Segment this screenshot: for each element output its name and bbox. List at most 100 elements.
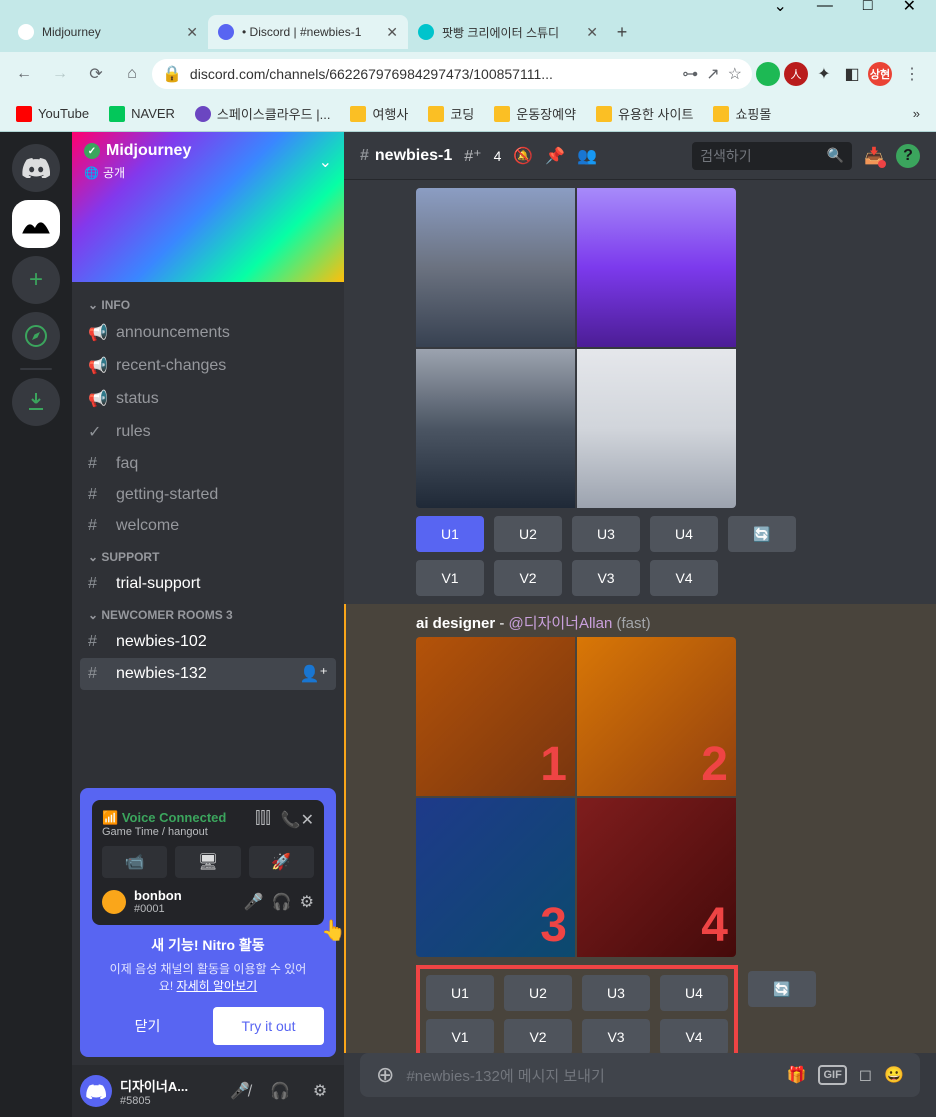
- mic-muted-icon[interactable]: 🎤̸: [224, 1081, 256, 1101]
- activity-button[interactable]: 🚀: [249, 846, 314, 878]
- bookmark-travel[interactable]: 여행사: [344, 100, 414, 127]
- disconnect-icon[interactable]: 📞✕: [281, 810, 314, 830]
- explore-servers-button[interactable]: [12, 312, 60, 360]
- profile-badge[interactable]: 상현: [868, 62, 892, 86]
- channel-getting-started[interactable]: #getting-started: [80, 480, 336, 510]
- close-icon[interactable]: ✕: [186, 24, 198, 41]
- category-newcomer[interactable]: NEWCOMER ROOMS 3: [72, 600, 344, 626]
- v2-button[interactable]: V2: [494, 560, 562, 596]
- chevron-down-icon[interactable]: ⌄: [774, 0, 787, 16]
- shazam-extension-icon[interactable]: [756, 62, 780, 86]
- pdf-extension-icon[interactable]: 人: [784, 62, 808, 86]
- inbox-icon[interactable]: 📥: [864, 146, 884, 166]
- mention[interactable]: @디자이너Allan: [509, 615, 613, 632]
- noise-suppression-icon[interactable]: ⫿⫿⫿: [255, 810, 270, 830]
- v4-button[interactable]: V4: [650, 560, 718, 596]
- v1-button[interactable]: V1: [426, 1019, 494, 1053]
- forward-button[interactable]: →: [44, 58, 76, 90]
- download-apps-button[interactable]: [12, 378, 60, 426]
- channel-welcome[interactable]: #welcome: [80, 511, 336, 541]
- video-button[interactable]: 📹: [102, 846, 167, 878]
- bookmark-coding[interactable]: 코딩: [422, 100, 480, 127]
- extensions-icon[interactable]: ✦: [812, 62, 836, 86]
- chevron-down-icon[interactable]: ⌄: [319, 152, 332, 172]
- bookmark-sports[interactable]: 운동장예약: [488, 100, 582, 127]
- add-attachment-icon[interactable]: ⊕: [376, 1062, 394, 1088]
- bookmark-overflow[interactable]: »: [907, 102, 926, 125]
- channel-recent-changes[interactable]: 📢recent-changes: [80, 350, 336, 382]
- bookmark-useful[interactable]: 유용한 사이트: [590, 100, 699, 127]
- u2-button[interactable]: U2: [504, 975, 572, 1011]
- browser-tab-podbbang[interactable]: 팟빵 크리에이터 스튜디 ✕: [408, 15, 608, 49]
- u4-button[interactable]: U4: [650, 516, 718, 552]
- channel-newbies-102[interactable]: #newbies-102: [80, 627, 336, 657]
- help-icon[interactable]: ?: [896, 144, 920, 168]
- channel-rules[interactable]: ✓rules: [80, 416, 336, 448]
- search-input[interactable]: 검색하기 🔍: [692, 142, 852, 170]
- channel-status[interactable]: 📢status: [80, 383, 336, 415]
- headphones-icon[interactable]: 🎧: [272, 892, 292, 912]
- maximize-icon[interactable]: □: [863, 0, 873, 15]
- image-grid[interactable]: 1 2 3 4: [416, 637, 736, 957]
- url-input[interactable]: 🔒 discord.com/channels/66226797698429747…: [152, 59, 752, 89]
- notifications-muted-icon[interactable]: 🔕: [513, 146, 533, 166]
- message-input[interactable]: ⊕ #newbies-132에 메시지 보내기 🎁 GIF ◻ 😀: [360, 1053, 920, 1097]
- gear-icon[interactable]: ⚙: [304, 1081, 336, 1101]
- key-icon[interactable]: ⊶: [682, 64, 698, 84]
- pinned-icon[interactable]: 📌: [545, 146, 565, 166]
- server-header[interactable]: ✓ Midjourney 🌐 공개 ⌄: [84, 142, 332, 181]
- share-icon[interactable]: ↗: [706, 64, 719, 84]
- browser-tab-midjourney[interactable]: Midjourney ✕: [8, 15, 208, 49]
- channel-newbies-132[interactable]: #newbies-132👤⁺: [80, 658, 336, 690]
- sidepanel-icon[interactable]: ◧: [840, 62, 864, 86]
- reroll-button[interactable]: 🔄: [748, 971, 816, 1007]
- u3-button[interactable]: U3: [582, 975, 650, 1011]
- browser-tab-discord[interactable]: • Discord | #newbies-1 ✕: [208, 15, 408, 49]
- v4-button[interactable]: V4: [660, 1019, 728, 1053]
- bookmark-youtube[interactable]: YouTube: [10, 102, 95, 126]
- close-icon[interactable]: ✕: [586, 24, 598, 41]
- u3-button[interactable]: U3: [572, 516, 640, 552]
- u1-button[interactable]: U1: [426, 975, 494, 1011]
- new-tab-button[interactable]: +: [608, 18, 636, 46]
- nitro-try-button[interactable]: Try it out: [213, 1007, 324, 1045]
- channel-faq[interactable]: #faq: [80, 449, 336, 479]
- channel-trial-support[interactable]: #trial-support: [80, 569, 336, 599]
- v1-button[interactable]: V1: [416, 560, 484, 596]
- reroll-button[interactable]: 🔄: [728, 516, 796, 552]
- u2-button[interactable]: U2: [494, 516, 562, 552]
- channel-announcements[interactable]: 📢announcements: [80, 317, 336, 349]
- star-icon[interactable]: ☆: [728, 64, 742, 84]
- mic-icon[interactable]: 🎤: [244, 892, 264, 912]
- close-window-icon[interactable]: ✕: [903, 0, 916, 16]
- home-button[interactable]: ⌂: [116, 58, 148, 90]
- u4-button[interactable]: U4: [660, 975, 728, 1011]
- v2-button[interactable]: V2: [504, 1019, 572, 1053]
- threads-icon[interactable]: #⁺: [464, 146, 481, 166]
- avatar[interactable]: [80, 1075, 112, 1107]
- bookmark-naver[interactable]: NAVER: [103, 102, 181, 126]
- add-user-icon[interactable]: 👤⁺: [300, 664, 328, 684]
- nitro-learn-more-link[interactable]: 자세히 알아보기: [177, 979, 258, 993]
- reload-button[interactable]: ⟳: [80, 58, 112, 90]
- u1-button[interactable]: U1: [416, 516, 484, 552]
- bookmark-spacecloud[interactable]: 스페이스클라우드 |...: [189, 100, 337, 127]
- menu-icon[interactable]: ⋮: [896, 58, 928, 90]
- server-midjourney[interactable]: [12, 200, 60, 248]
- gear-icon[interactable]: ⚙: [300, 892, 314, 912]
- image-grid[interactable]: [416, 188, 736, 508]
- v3-button[interactable]: V3: [572, 560, 640, 596]
- gif-icon[interactable]: GIF: [818, 1065, 846, 1085]
- minimize-icon[interactable]: —: [817, 0, 833, 15]
- nitro-close-button[interactable]: 닫기: [92, 1007, 203, 1045]
- gift-icon[interactable]: 🎁: [787, 1065, 807, 1085]
- category-info[interactable]: INFO: [72, 290, 344, 316]
- members-icon[interactable]: 👥: [577, 146, 597, 166]
- emoji-icon[interactable]: 😀: [884, 1065, 904, 1085]
- discord-home-button[interactable]: [12, 144, 60, 192]
- v3-button[interactable]: V3: [582, 1019, 650, 1053]
- back-button[interactable]: ←: [8, 58, 40, 90]
- headphones-icon[interactable]: 🎧: [264, 1081, 296, 1101]
- bookmark-shopping[interactable]: 쇼핑몰: [707, 100, 777, 127]
- add-server-button[interactable]: +: [12, 256, 60, 304]
